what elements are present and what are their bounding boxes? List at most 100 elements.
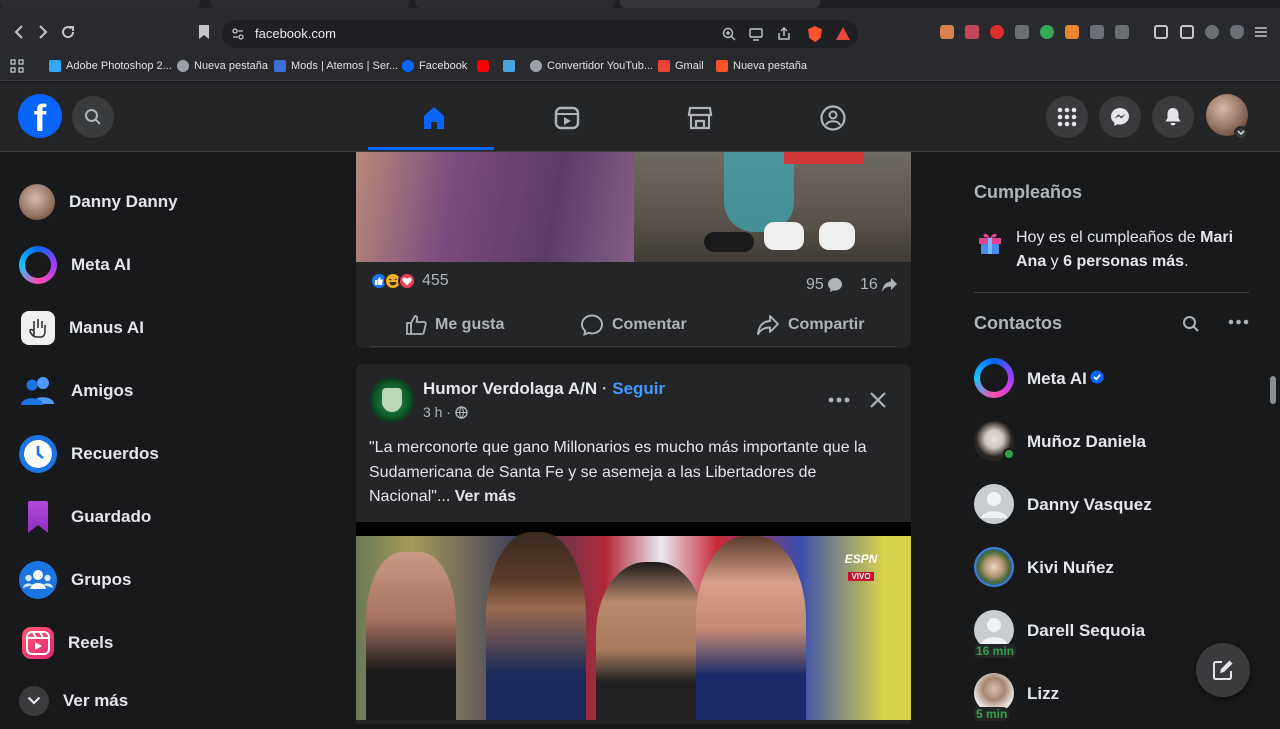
post-time[interactable]: 3 h · (423, 404, 451, 420)
contact-item[interactable]: Muñoz Daniela (974, 417, 1264, 473)
browser-tab[interactable] (415, 0, 615, 8)
bookmark-item[interactable]: Convertidor YouTub... (530, 58, 653, 74)
last-active-badge: 5 min (974, 707, 1010, 721)
post-video-thumbnail[interactable]: ESPN VIVO (356, 522, 911, 720)
share-icon[interactable] (777, 27, 791, 41)
nav-tab-groups[interactable] (767, 88, 899, 146)
comment-bubble-icon (827, 278, 842, 292)
post-header: Humor Verdolaga A/N · Seguir (423, 379, 665, 399)
contacts-heading: Contactos (974, 313, 1063, 333)
brave-shields-icon[interactable] (808, 26, 822, 42)
share-icon (757, 315, 779, 335)
bookmark-item[interactable]: Gmail (658, 58, 704, 74)
extension-icon[interactable] (1115, 25, 1129, 39)
bookmark-item[interactable] (503, 58, 520, 74)
sidebar-toggle-icon[interactable] (1154, 25, 1168, 39)
more-options-icon[interactable] (828, 396, 850, 404)
brave-rewards-icon[interactable] (836, 27, 850, 40)
bookmark-item[interactable]: Nueva pestaña (177, 58, 268, 74)
separator: · (597, 379, 613, 398)
post-image-right[interactable] (634, 152, 911, 262)
sidebar-item-reels[interactable]: Reels (16, 615, 336, 671)
memories-icon (19, 435, 57, 473)
sidebar-item-saved[interactable]: Guardado (16, 489, 336, 545)
bookmark-item[interactable]: Facebook (402, 58, 467, 74)
share-count[interactable]: 16 (860, 276, 898, 294)
manus-ai-icon (21, 311, 55, 345)
page-avatar[interactable] (370, 378, 414, 422)
nav-tab-marketplace[interactable] (634, 88, 766, 146)
follow-button[interactable]: Seguir (612, 379, 665, 398)
notifications-button[interactable] (1152, 96, 1194, 138)
sidebar-see-more[interactable]: Ver más (16, 673, 336, 729)
browser-tab-active[interactable] (620, 0, 820, 8)
reaction-summary[interactable]: 455 (370, 272, 449, 290)
sidebar-item-friends[interactable]: Amigos (16, 363, 336, 419)
comment-button[interactable]: Comentar (580, 310, 687, 340)
share-button[interactable]: Compartir (756, 310, 864, 340)
reload-icon[interactable] (58, 22, 78, 42)
sidebar-item-meta-ai[interactable]: Meta AI (16, 237, 336, 293)
facebook-logo-icon[interactable]: f (18, 94, 62, 138)
messenger-button[interactable] (1099, 96, 1141, 138)
menu-button[interactable] (1046, 96, 1088, 138)
vpn-icon[interactable] (1230, 25, 1244, 39)
extensions-puzzle-icon[interactable] (1090, 25, 1104, 39)
extension-icon[interactable] (1040, 25, 1054, 39)
forward-icon[interactable] (33, 22, 53, 42)
nav-tab-home[interactable] (368, 88, 500, 146)
post-image-left[interactable] (356, 152, 634, 262)
search-icon[interactable] (1182, 315, 1200, 333)
thumbs-up-icon (406, 315, 427, 335)
apps-grid-icon[interactable] (10, 59, 24, 73)
wallet-icon[interactable] (1180, 25, 1194, 39)
contact-item[interactable]: Meta AI (974, 354, 1264, 410)
sidebar-item-groups[interactable]: Grupos (16, 552, 336, 608)
bookmark-item[interactable]: Adobe Photoshop 2... (49, 58, 172, 74)
groups-icon (19, 561, 57, 599)
comment-count[interactable]: 95 (806, 276, 843, 294)
nav-tab-video[interactable] (501, 88, 633, 146)
new-message-button[interactable] (1196, 643, 1250, 697)
chevron-down-icon[interactable] (1234, 126, 1248, 140)
bookmark-item[interactable] (477, 58, 494, 74)
birthday-notice[interactable]: Hoy es el cumpleaños de Mari Ana y 6 per… (1016, 226, 1256, 274)
bookmark-item[interactable]: Mods | Atemos | Ser... (274, 58, 398, 74)
like-button[interactable]: Me gusta (405, 310, 504, 340)
page-name-link[interactable]: Humor Verdolaga A/N (423, 379, 597, 398)
scrollbar-thumb[interactable] (1270, 376, 1276, 404)
see-more-link[interactable]: Ver más (455, 488, 516, 505)
bookmark-label: Nueva pestaña (733, 60, 807, 72)
address-bar[interactable]: facebook.com (222, 20, 858, 48)
sidebar-item-manus-ai[interactable]: Manus AI (16, 300, 336, 356)
extension-icon[interactable] (965, 25, 979, 39)
globe-icon (177, 60, 189, 72)
contact-item[interactable]: Danny Vasquez (974, 480, 1264, 536)
extension-icon[interactable] (1015, 25, 1029, 39)
browser-tab[interactable] (210, 0, 410, 8)
more-options-icon[interactable] (1228, 318, 1249, 326)
youtube-icon (477, 60, 489, 72)
extension-icon[interactable] (940, 25, 954, 39)
browser-tab[interactable] (0, 0, 200, 8)
l-icon (503, 60, 515, 72)
close-icon[interactable] (868, 390, 888, 410)
extension-icon[interactable] (1065, 25, 1079, 39)
bookmark-item[interactable]: Nueva pestaña (716, 58, 807, 74)
menu-icon[interactable] (1254, 25, 1268, 39)
birthday-others[interactable]: 6 personas más (1063, 253, 1184, 270)
cast-icon[interactable] (749, 27, 763, 41)
contact-item[interactable]: Kivi Nuñez (974, 543, 1264, 599)
url-text[interactable]: facebook.com (255, 26, 336, 41)
bookmark-label: Adobe Photoshop 2... (66, 60, 172, 72)
extension-icon[interactable] (990, 25, 1004, 39)
site-info-icon[interactable] (232, 28, 244, 40)
back-icon[interactable] (9, 22, 29, 42)
leo-ai-icon[interactable] (1205, 25, 1219, 39)
sidebar-item-profile[interactable]: Danny Danny (16, 174, 336, 230)
zoom-icon[interactable] (722, 27, 736, 41)
sidebar-item-memories[interactable]: Recuerdos (16, 426, 336, 482)
search-button[interactable] (72, 96, 114, 138)
love-reaction-icon (398, 272, 416, 290)
bookmark-page-icon[interactable] (194, 22, 214, 42)
